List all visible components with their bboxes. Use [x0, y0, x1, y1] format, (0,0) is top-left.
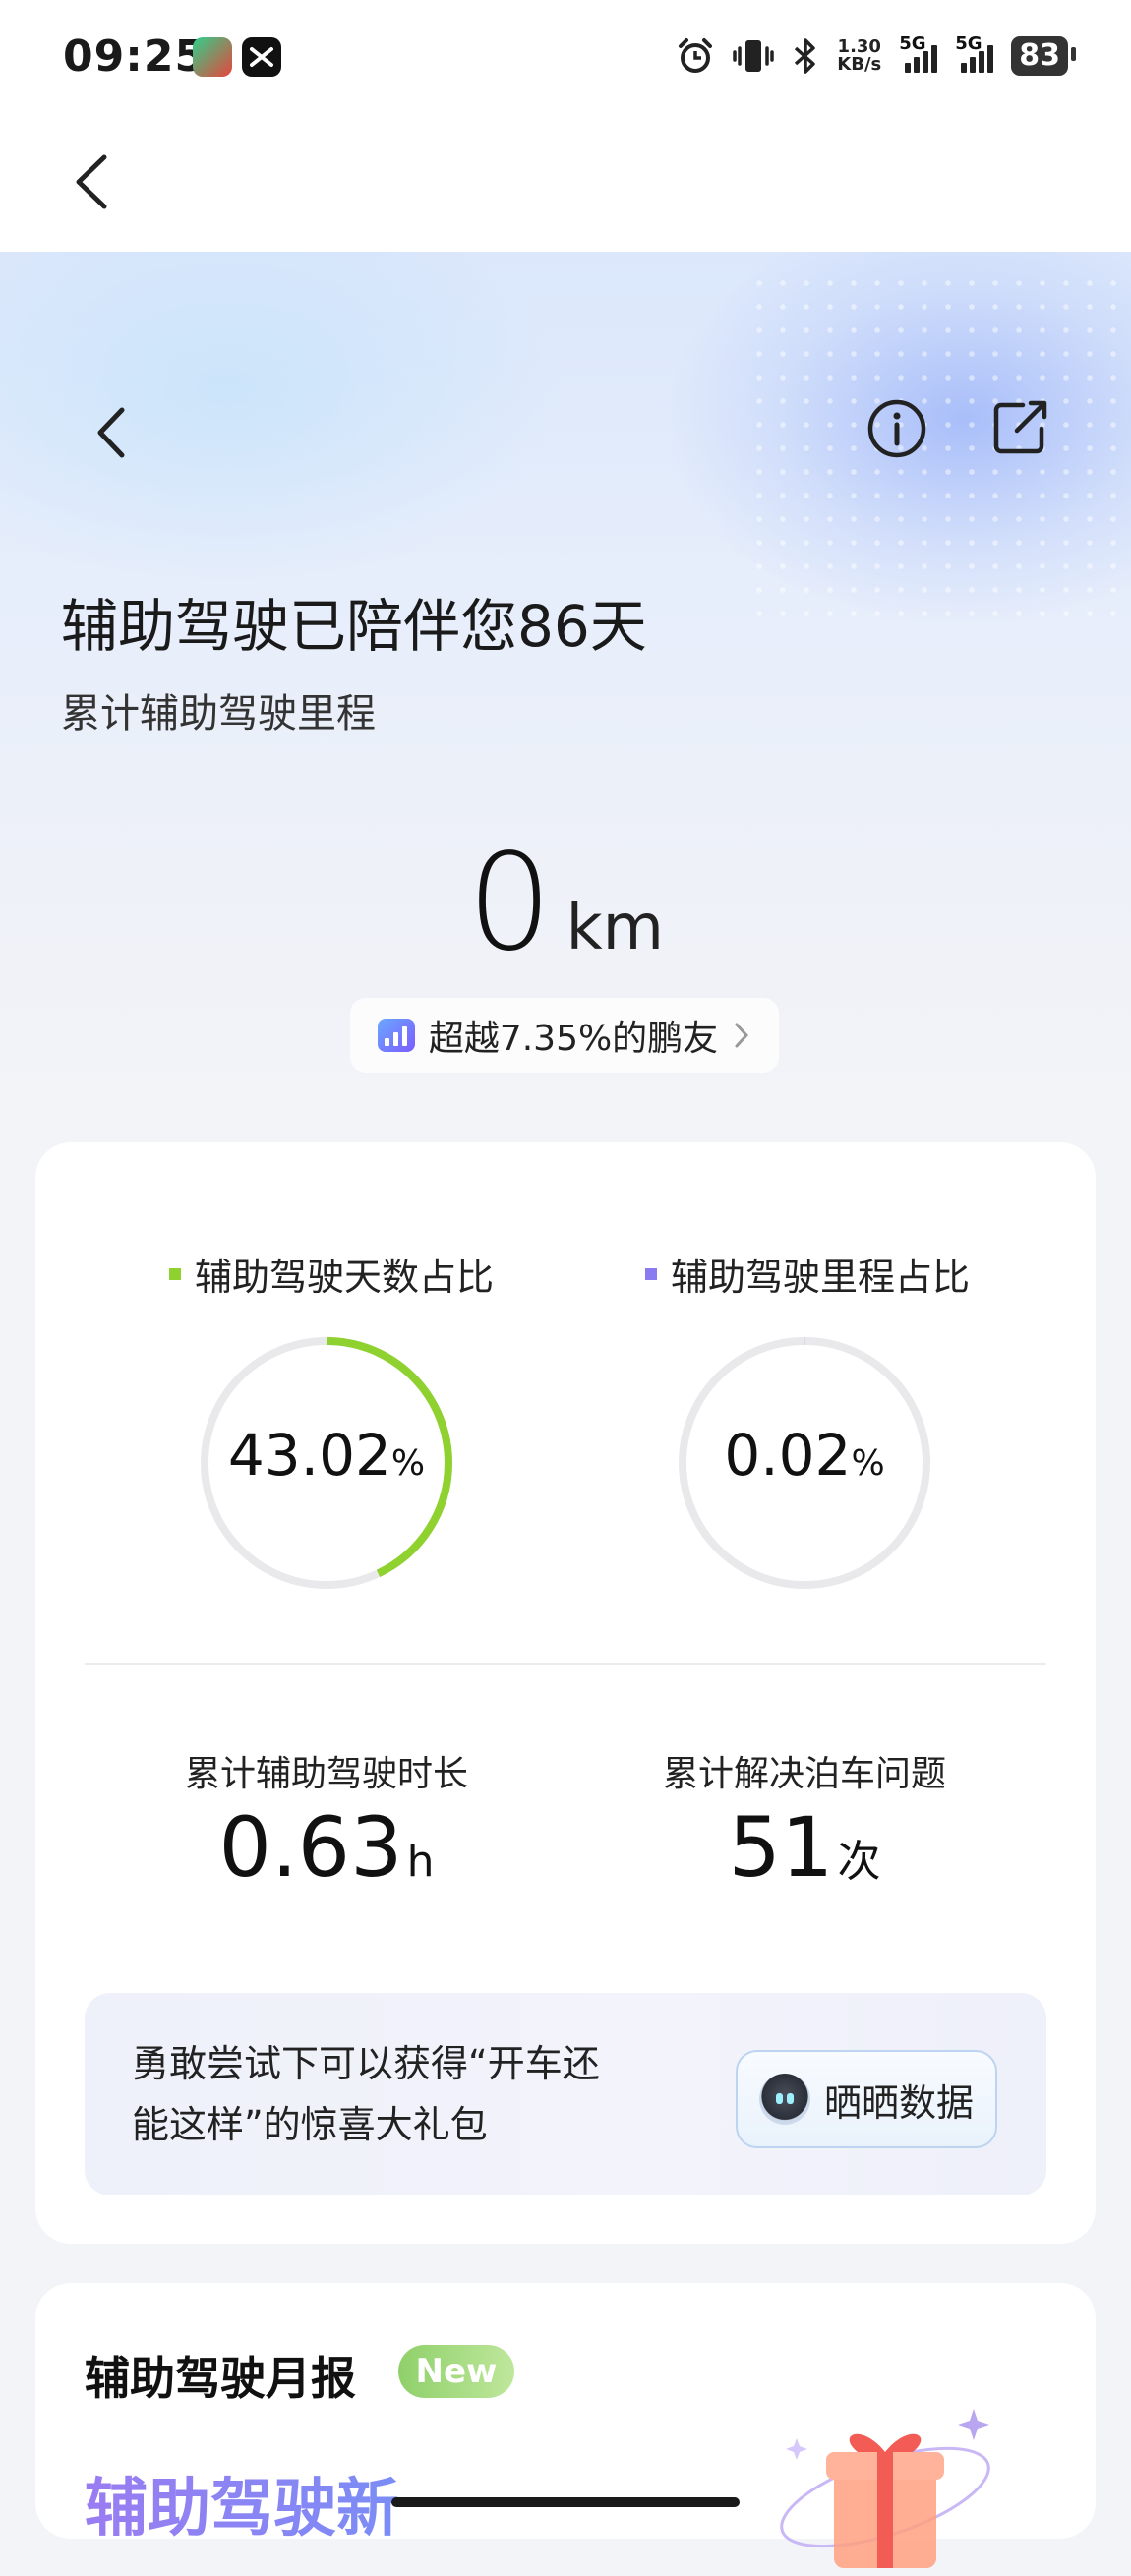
chevron-left-icon	[97, 407, 125, 458]
share-icon	[993, 400, 1047, 454]
hero-dot-pattern	[747, 271, 1121, 625]
net-speed: 1.30 KB/s	[837, 36, 882, 75]
page-subtitle: 累计辅助驾驶里程	[61, 691, 376, 736]
chevron-right-icon	[735, 1023, 749, 1048]
parking-label: 累计解决泊车问题	[662, 1754, 946, 1794]
monthly-report-preview: 辅助驾驶新	[85, 2458, 399, 2548]
outer-back-button[interactable]	[59, 147, 128, 216]
capcut-notification-icon	[242, 37, 281, 77]
legend-swatch	[169, 1267, 181, 1280]
battery-icon: 83	[1011, 36, 1076, 76]
share-data-label: 晒晒数据	[823, 2080, 974, 2125]
rank-text: 超越7.35%的鹏友	[428, 1019, 719, 1059]
info-button[interactable]	[865, 397, 928, 460]
bar-chart-icon	[377, 1019, 415, 1052]
status-time: 09:25	[63, 31, 207, 82]
days-ratio-value: 43.02%	[227, 1422, 426, 1489]
duration-label: 累计辅助驾驶时长	[184, 1754, 468, 1794]
back-button[interactable]	[79, 398, 148, 467]
legend-days: 辅助驾驶天数占比	[169, 1247, 494, 1301]
legend-swatch	[645, 1267, 657, 1280]
status-icons: 1.30 KB/s 5G 5G 83	[676, 33, 1076, 79]
alarm-icon	[679, 38, 713, 73]
info-icon	[867, 399, 926, 458]
top-nav	[0, 118, 1131, 252]
distance-unit: km	[566, 892, 664, 965]
chevron-left-icon	[76, 154, 107, 209]
duration-value: 0.63h	[218, 1799, 435, 1896]
page-title: 辅助驾驶已陪伴您86天	[61, 593, 647, 660]
legend-mileage: 辅助驾驶里程占比	[645, 1247, 970, 1301]
signal-1-icon: 5G	[899, 33, 938, 73]
share-data-button[interactable]: 晒晒数据	[736, 2050, 997, 2148]
gift-icon	[780, 2409, 990, 2568]
vibrate-icon	[733, 40, 775, 72]
share-button[interactable]	[987, 395, 1052, 460]
new-badge: New	[398, 2345, 514, 2398]
rank-chip[interactable]: 超越7.35%的鹏友	[350, 998, 779, 1073]
home-indicator	[391, 2497, 740, 2507]
signal-2-icon: 5G	[955, 33, 994, 73]
promo-text: 勇敢尝试下可以获得“开车还 能这样”的惊喜大礼包	[132, 2042, 600, 2146]
total-distance: 0 km	[0, 826, 1131, 981]
bluetooth-icon	[795, 38, 816, 74]
robot-icon	[758, 2074, 810, 2125]
distance-value: 0	[467, 826, 553, 981]
divider	[85, 1663, 1046, 1665]
monthly-report-title: 辅助驾驶月报	[85, 2352, 356, 2405]
app-notification-icon	[193, 37, 232, 77]
mileage-ratio-value: 0.02%	[724, 1422, 885, 1489]
parking-value: 51次	[728, 1799, 881, 1896]
